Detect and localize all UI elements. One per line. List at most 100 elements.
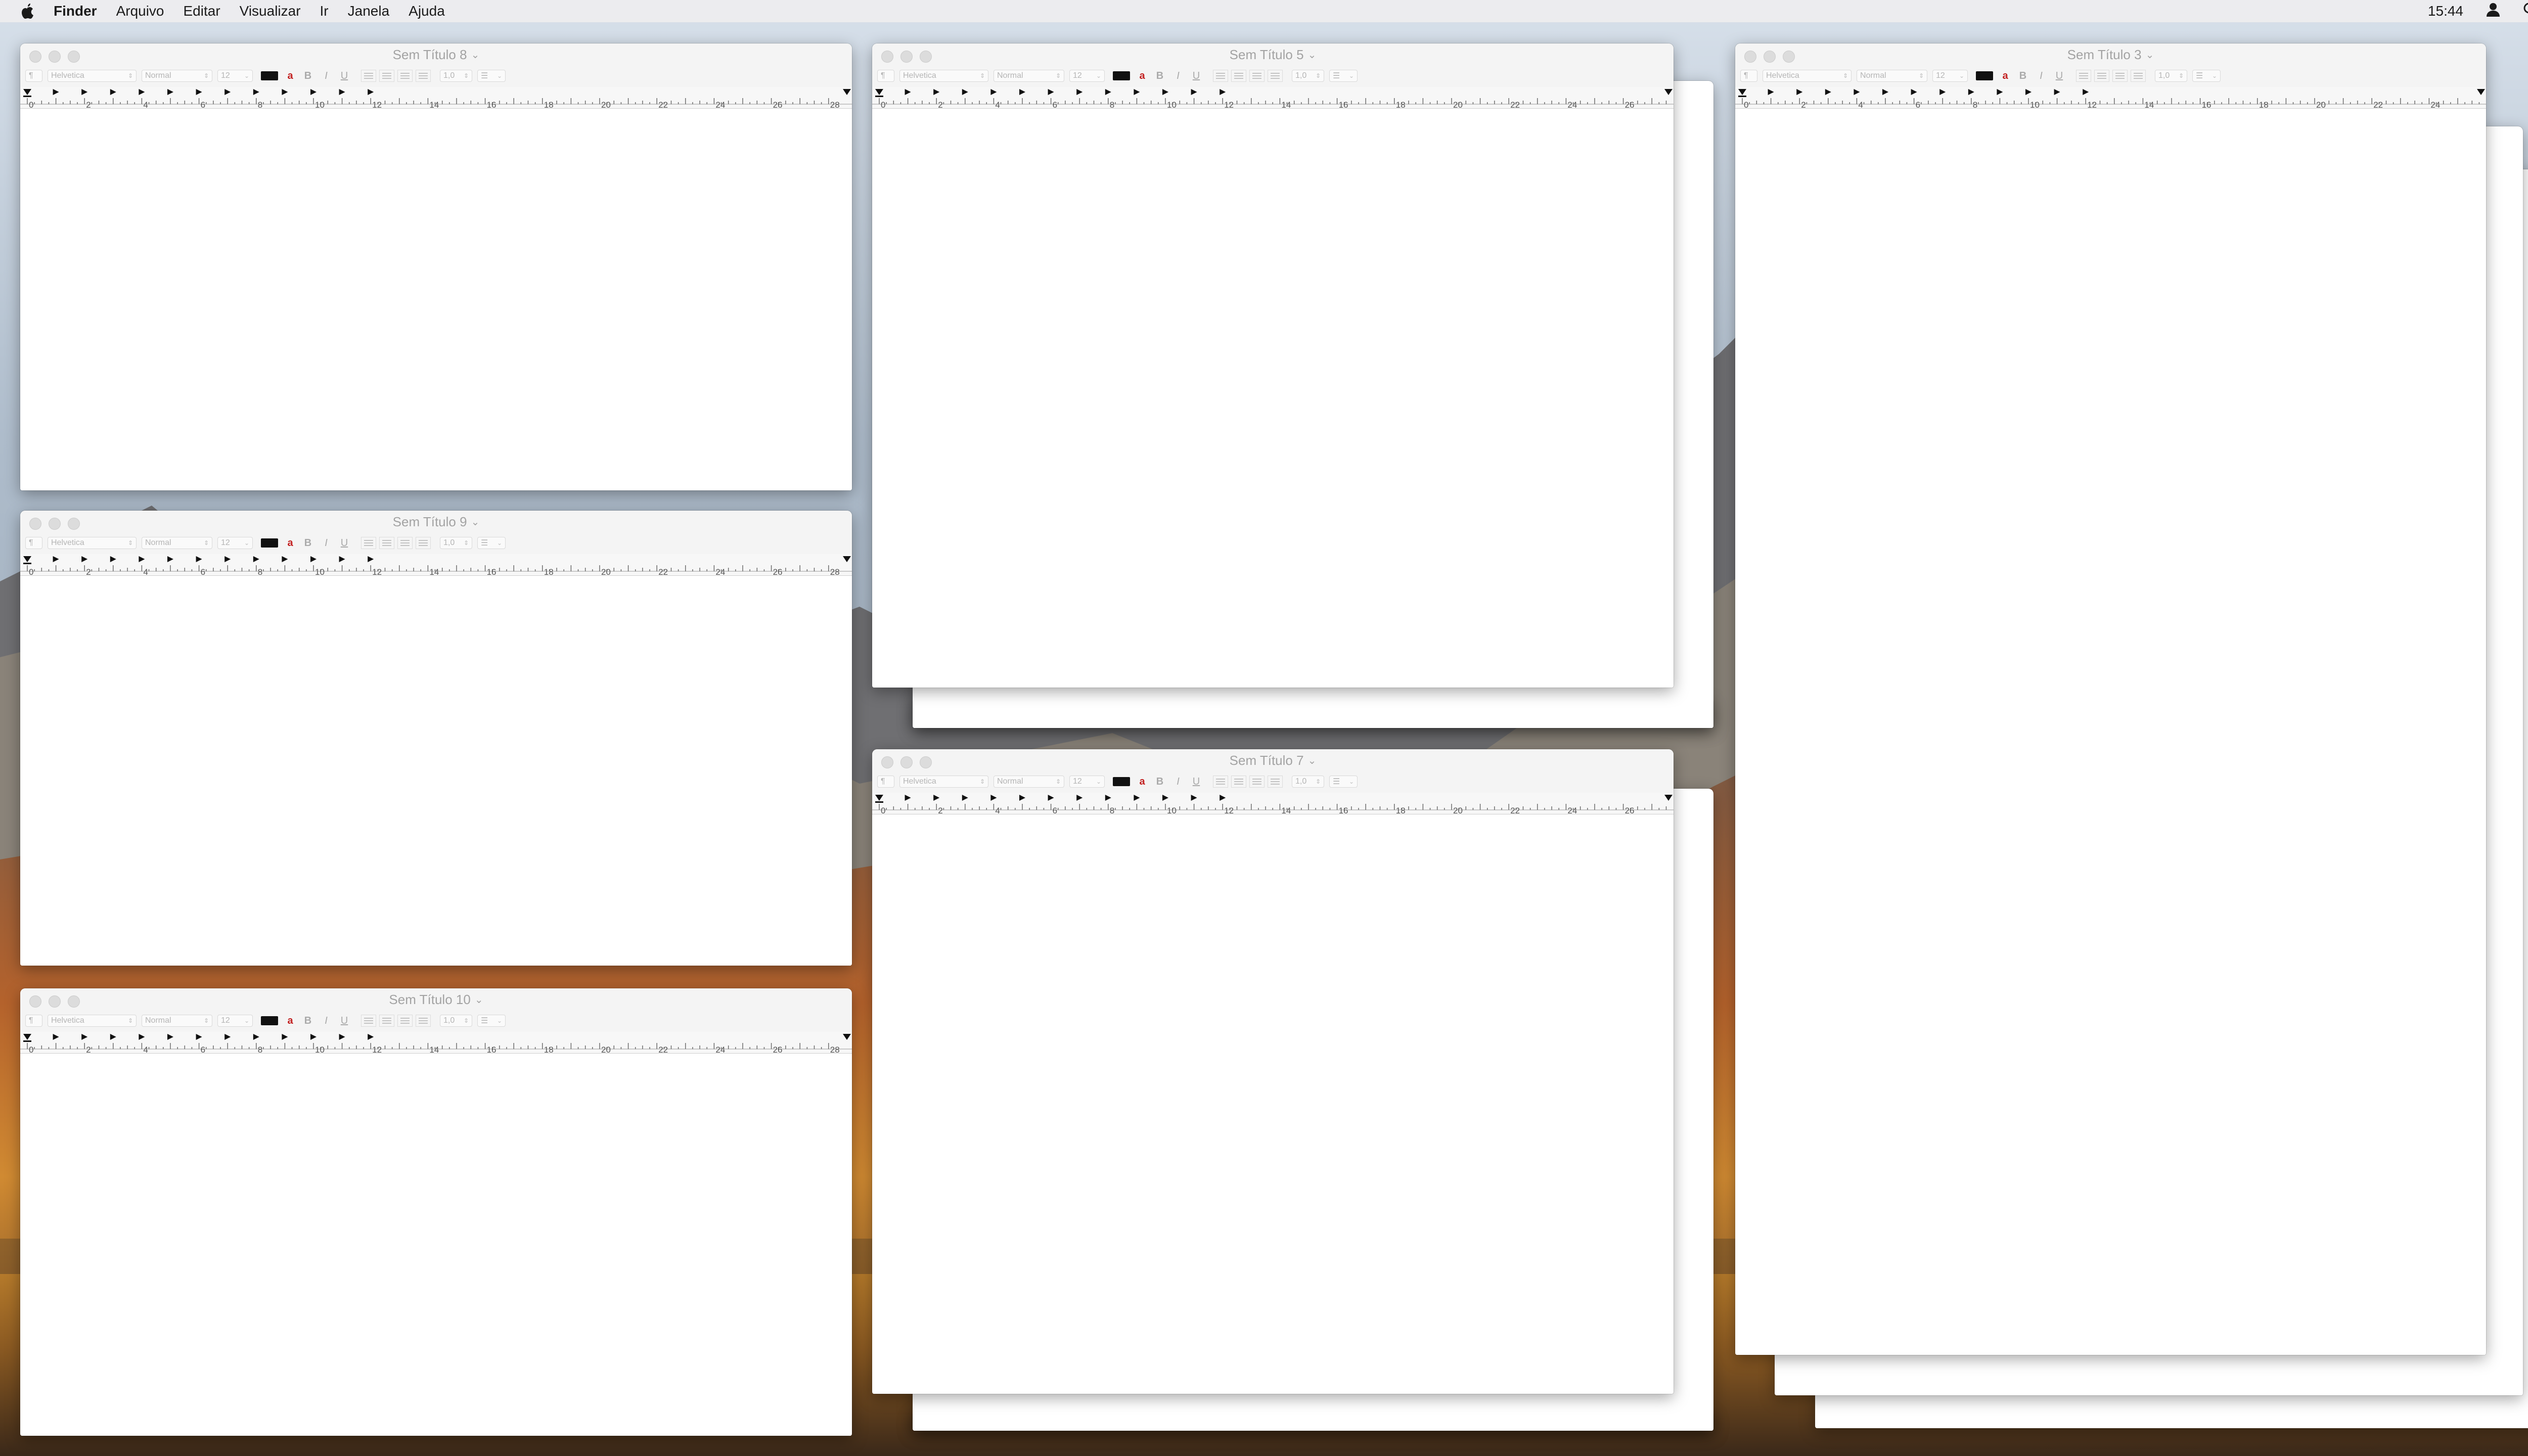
window-title[interactable]: Sem Título 3 ⌄ <box>1735 43 2486 66</box>
textedit-window[interactable]: Sem Título 3 ⌄ ¶ Helvetica ⇕ Normal ⇕ 12 ⌄ a B I U 1,… <box>1735 43 2486 1355</box>
tab-stop-marker[interactable] <box>224 1034 231 1040</box>
textedit-window[interactable]: Sem Título 9 ⌄ ¶ Helvetica ⇕ Normal ⇕ 12 ⌄ a B I U 1,… <box>20 511 852 966</box>
font-family-popup[interactable]: Helvetica ⇕ <box>899 776 988 788</box>
ruler[interactable]: 0 2 4 6 8 10 12 14 16 18 20 22 24 26 28 <box>20 1032 852 1054</box>
align-left-button[interactable] <box>2076 70 2091 82</box>
tab-stop-marker[interactable] <box>1825 89 1831 95</box>
user-icon[interactable] <box>2486 2 2501 21</box>
ruler-scale[interactable]: 0 2 4 6 8 10 12 14 16 18 20 22 24 26 <box>872 87 1674 108</box>
chevron-down-icon[interactable]: ⌄ <box>1308 49 1317 61</box>
right-margin-marker[interactable] <box>843 1034 851 1040</box>
font-style-popup[interactable]: Normal ⇕ <box>994 70 1064 82</box>
align-left-button[interactable] <box>361 537 376 549</box>
document-text-area[interactable] <box>872 814 1674 1394</box>
bold-button[interactable]: B <box>1152 776 1167 788</box>
first-line-indent-marker[interactable] <box>23 96 31 97</box>
window-titlebar[interactable]: Sem Título 5 ⌄ ¶ Helvetica ⇕ Normal ⇕ 12 ⌄ a B I U 1,… <box>872 43 1674 87</box>
align-center-button[interactable] <box>1231 776 1246 788</box>
underline-button[interactable]: U <box>337 537 352 549</box>
left-indent-marker[interactable] <box>875 795 883 801</box>
window-title[interactable]: Sem Título 7 ⌄ <box>872 749 1674 771</box>
ruler-scale[interactable]: 0 2 4 6 8 10 12 14 16 18 20 22 24 <box>1735 87 2486 108</box>
ruler[interactable]: 0 2 4 6 8 10 12 14 16 18 20 22 24 26 <box>872 87 1674 109</box>
document-text-area[interactable] <box>20 576 852 966</box>
tab-stop-marker[interactable] <box>339 556 345 562</box>
chevron-down-icon[interactable]: ⌄ <box>475 993 483 1006</box>
list-bullets-popup[interactable]: ☰ ⌄ <box>477 1015 506 1027</box>
document-text-area[interactable] <box>20 1054 852 1436</box>
menu-visualizar[interactable]: Visualizar <box>240 3 301 19</box>
document-text-area[interactable] <box>1735 109 2486 1355</box>
font-family-popup[interactable]: Helvetica ⇕ <box>48 70 137 82</box>
window-titlebar[interactable]: Sem Título 7 ⌄ ¶ Helvetica ⇕ Normal ⇕ 12 ⌄ a B I U 1,… <box>872 749 1674 793</box>
text-color-swatch[interactable] <box>261 538 278 548</box>
font-family-popup[interactable]: Helvetica ⇕ <box>48 537 137 549</box>
tab-stop-marker[interactable] <box>1134 89 1140 95</box>
bold-button[interactable]: B <box>300 1015 315 1027</box>
window-titlebar[interactable]: Sem Título 10 ⌄ ¶ Helvetica ⇕ Normal ⇕ 12 ⌄ a B I U 1… <box>20 988 852 1032</box>
ruler-scale[interactable]: 0 2 4 6 8 10 12 14 16 18 20 22 24 26 28 <box>20 87 852 108</box>
menu-ir[interactable]: Ir <box>320 3 329 19</box>
tab-stop-marker[interactable] <box>1191 795 1197 801</box>
tab-stop-marker[interactable] <box>1911 89 1917 95</box>
tab-stop-marker[interactable] <box>310 1034 317 1040</box>
align-center-button[interactable] <box>1231 70 1246 82</box>
tab-stop-marker[interactable] <box>167 556 173 562</box>
tab-stop-marker[interactable] <box>224 556 231 562</box>
menu-app-name[interactable]: Finder <box>54 3 97 19</box>
line-spacing-popup[interactable]: 1,0 ⇕ <box>440 70 472 82</box>
ruler[interactable]: 0 2 4 6 8 10 12 14 16 18 20 22 24 26 28 <box>20 87 852 109</box>
tab-stop-marker[interactable] <box>962 795 968 801</box>
tab-stop-marker[interactable] <box>282 556 288 562</box>
tab-stop-marker[interactable] <box>1796 89 1803 95</box>
tab-stop-marker[interactable] <box>1939 89 1946 95</box>
highlight-color-icon[interactable]: a <box>283 70 297 82</box>
list-bullets-popup[interactable]: ☰ ⌄ <box>1329 70 1358 82</box>
tab-stop-marker[interactable] <box>81 556 88 562</box>
italic-button[interactable]: I <box>1170 70 1186 82</box>
italic-button[interactable]: I <box>1170 776 1186 788</box>
textedit-window[interactable]: Sem Título 8 ⌄ ¶ Helvetica ⇕ Normal ⇕ 12 ⌄ a B I U 1,… <box>20 43 852 490</box>
line-spacing-popup[interactable]: 1,0 ⇕ <box>440 1015 472 1027</box>
highlight-color-icon[interactable]: a <box>1135 776 1149 788</box>
align-left-button[interactable] <box>1213 776 1228 788</box>
align-right-button[interactable] <box>397 1015 413 1027</box>
paragraph-style-popup[interactable]: ¶ <box>1740 70 1757 82</box>
highlight-color-icon[interactable]: a <box>283 537 297 549</box>
apple-icon[interactable] <box>18 2 36 20</box>
left-indent-marker[interactable] <box>23 556 31 562</box>
menu-ajuda[interactable]: Ajuda <box>409 3 445 19</box>
tab-stop-marker[interactable] <box>282 89 288 95</box>
bold-button[interactable]: B <box>300 70 315 82</box>
tab-stop-marker[interactable] <box>368 89 374 95</box>
font-family-popup[interactable]: Helvetica ⇕ <box>1763 70 1852 82</box>
window-title[interactable]: Sem Título 9 ⌄ <box>20 511 852 533</box>
text-color-swatch[interactable] <box>1976 71 1993 80</box>
tab-stop-marker[interactable] <box>905 89 911 95</box>
tab-stop-marker[interactable] <box>139 556 145 562</box>
window-title[interactable]: Sem Título 5 ⌄ <box>872 43 1674 66</box>
font-style-popup[interactable]: Normal ⇕ <box>142 70 212 82</box>
tab-stop-marker[interactable] <box>1220 795 1226 801</box>
font-style-popup[interactable]: Normal ⇕ <box>142 1015 212 1027</box>
tab-stop-marker[interactable] <box>139 89 145 95</box>
tab-stop-marker[interactable] <box>253 1034 259 1040</box>
tab-stop-marker[interactable] <box>905 795 911 801</box>
tab-stop-marker[interactable] <box>110 556 116 562</box>
textedit-window[interactable]: Sem Título 7 ⌄ ¶ Helvetica ⇕ Normal ⇕ 12 ⌄ a B I U 1,… <box>872 749 1674 1394</box>
paragraph-style-popup[interactable]: ¶ <box>25 537 42 549</box>
align-justify-button[interactable] <box>416 537 431 549</box>
text-color-swatch[interactable] <box>1113 71 1130 80</box>
font-size-combo[interactable]: 12 ⌄ <box>217 537 253 549</box>
align-justify-button[interactable] <box>1268 70 1283 82</box>
ruler-scale[interactable]: 0 2 4 6 8 10 12 14 16 18 20 22 24 26 <box>872 793 1674 814</box>
window-title[interactable]: Sem Título 8 ⌄ <box>20 43 852 66</box>
align-justify-button[interactable] <box>1268 776 1283 788</box>
underline-button[interactable]: U <box>1189 776 1204 788</box>
tab-stop-marker[interactable] <box>1019 89 1025 95</box>
window-titlebar[interactable]: Sem Título 9 ⌄ ¶ Helvetica ⇕ Normal ⇕ 12 ⌄ a B I U 1,… <box>20 511 852 555</box>
chevron-down-icon[interactable]: ⌄ <box>471 516 480 528</box>
align-center-button[interactable] <box>379 1015 394 1027</box>
align-justify-button[interactable] <box>2131 70 2146 82</box>
tab-stop-marker[interactable] <box>81 89 88 95</box>
